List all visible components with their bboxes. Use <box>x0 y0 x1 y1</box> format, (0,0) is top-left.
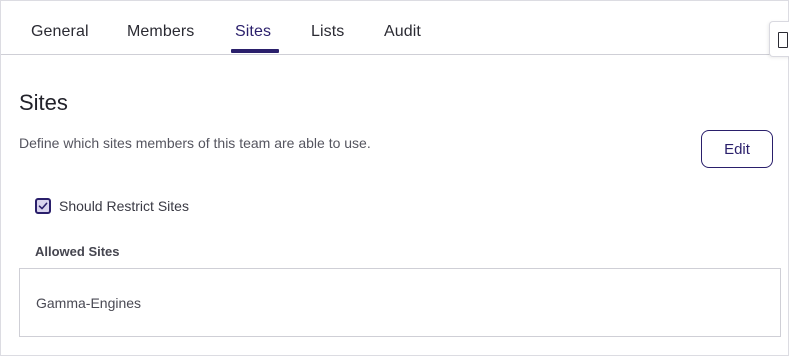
section-title: Sites <box>19 90 68 115</box>
team-settings-panel: General Members Sites Lists Audit Sites … <box>0 0 789 356</box>
section-description: Define which sites members of this team … <box>19 135 371 151</box>
allowed-sites-list[interactable]: Gamma-Engines <box>19 268 781 337</box>
tab-sites[interactable]: Sites <box>235 23 271 41</box>
tab-general[interactable]: General <box>31 23 89 41</box>
restrict-sites-checkbox[interactable] <box>35 198 51 214</box>
panel-toggle-icon <box>778 32 788 48</box>
allowed-sites-label: Allowed Sites <box>35 244 120 259</box>
active-tab-indicator <box>231 49 279 53</box>
side-panel-toggle[interactable] <box>769 21 789 57</box>
restrict-sites-label[interactable]: Should Restrict Sites <box>59 198 189 214</box>
list-item: Gamma-Engines <box>36 295 142 311</box>
tab-audit[interactable]: Audit <box>384 23 421 41</box>
edit-button[interactable]: Edit <box>701 130 773 168</box>
tab-bar: General Members Sites Lists Audit <box>1 1 788 55</box>
checkmark-icon <box>38 202 48 210</box>
tab-members[interactable]: Members <box>127 23 194 41</box>
tab-lists[interactable]: Lists <box>311 23 344 41</box>
